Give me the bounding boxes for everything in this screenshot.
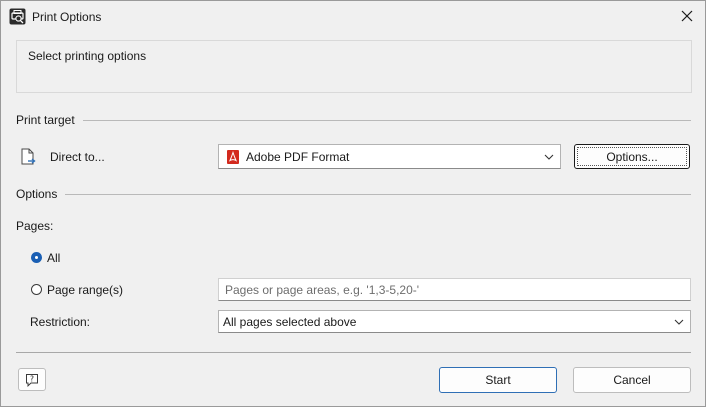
help-icon: ? — [26, 373, 38, 387]
options-button[interactable]: Options... — [574, 144, 690, 169]
print-options-dialog: Print Options Select printing options Pr… — [0, 0, 706, 407]
direct-to-label: Direct to... — [50, 150, 105, 164]
radio-page-range[interactable] — [31, 284, 42, 295]
printer-select-value: Adobe PDF Format — [246, 149, 350, 164]
start-button-label: Start — [485, 373, 511, 387]
printer-select[interactable]: Adobe PDF Format — [218, 144, 561, 169]
options-group-label: Options — [16, 187, 66, 201]
description-panel: Select printing options — [16, 40, 692, 93]
radio-all[interactable] — [31, 252, 42, 263]
print-target-divider — [16, 120, 691, 121]
description-text: Select printing options — [28, 49, 147, 63]
window-title: Print Options — [32, 10, 102, 24]
help-button[interactable]: ? — [18, 368, 46, 391]
print-target-group-label: Print target — [16, 113, 83, 127]
close-button[interactable] — [675, 5, 699, 27]
page-range-input[interactable] — [218, 278, 691, 301]
close-icon — [681, 10, 693, 22]
chevron-down-icon — [674, 319, 684, 325]
restriction-select[interactable]: All pages selected above — [218, 310, 691, 333]
cancel-button[interactable]: Cancel — [573, 367, 691, 393]
pages-label: Pages: — [16, 219, 54, 233]
restriction-select-value: All pages selected above — [223, 314, 357, 329]
radio-all-label[interactable]: All — [47, 251, 60, 265]
restriction-label: Restriction: — [30, 315, 91, 329]
export-document-icon — [21, 148, 36, 165]
adobe-pdf-icon — [227, 150, 239, 164]
radio-page-range-label[interactable]: Page range(s) — [47, 283, 123, 297]
options-divider — [16, 194, 691, 195]
options-button-label: Options... — [606, 149, 658, 164]
chevron-down-icon — [544, 154, 554, 160]
print-options-app-icon — [9, 8, 26, 25]
footer-divider — [16, 352, 691, 353]
svg-text:?: ? — [30, 374, 34, 383]
title-bar: Print Options — [1, 1, 705, 32]
start-button[interactable]: Start — [439, 367, 557, 393]
cancel-button-label: Cancel — [613, 373, 651, 387]
